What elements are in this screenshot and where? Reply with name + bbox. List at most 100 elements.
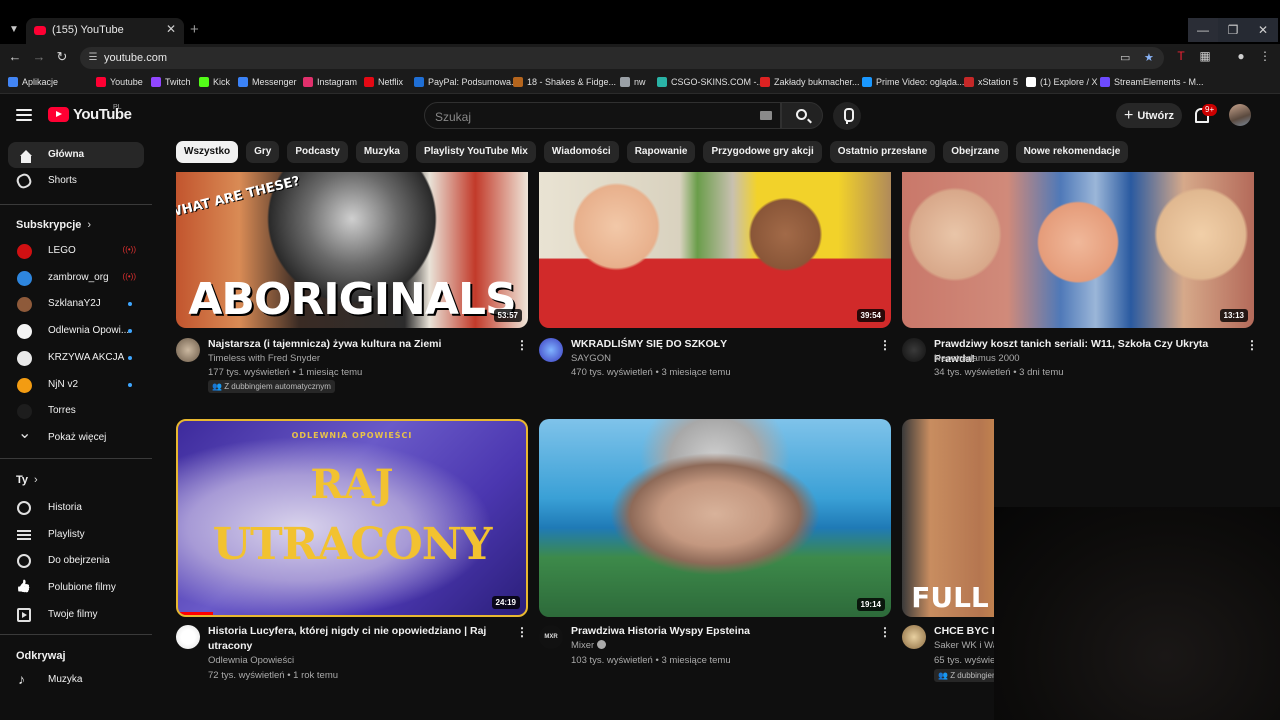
menu-hamburger-icon[interactable] [16, 109, 32, 121]
video-thumbnail[interactable]: FULL [902, 419, 994, 617]
you-header[interactable]: Ty › [16, 474, 38, 486]
channel-avatar[interactable] [902, 625, 926, 649]
video-title[interactable]: Prawdziwa Historia Wyspy Epsteina [571, 624, 871, 639]
filter-chip[interactable]: Muzyka [355, 141, 408, 163]
sidebar-item-you[interactable]: Twoje filmy [8, 602, 144, 628]
extension-tp-icon[interactable]: T [1172, 49, 1190, 63]
subscription-item[interactable]: LEGO ((•)) [8, 238, 144, 264]
subscriptions-header[interactable]: Subskrypcje › [16, 219, 91, 231]
channel-name[interactable]: Mixer [571, 640, 607, 651]
site-info-icon[interactable]: ☰ [86, 51, 100, 65]
channel-avatar[interactable] [176, 338, 200, 362]
bookmark-item[interactable]: Twitch [151, 77, 191, 87]
bookmark-item[interactable]: (1) Explore / X [1026, 77, 1098, 87]
sidebar-item-you[interactable]: Playlisty [8, 522, 144, 548]
video-thumbnail[interactable]: WHAT ARE THESE? ABORIGINALS 53:57 [176, 172, 528, 328]
sidebar-show-more[interactable]: Pokaż więcej [8, 423, 144, 451]
video-title[interactable]: Historia Lucyfera, której nigdy ci nie o… [208, 624, 508, 654]
search-input[interactable]: Szukaj [424, 102, 781, 129]
forward-arrow-icon[interactable]: → [30, 49, 48, 64]
back-arrow-icon[interactable]: ← [6, 49, 24, 64]
sidebar-item-music[interactable]: Muzyka [8, 667, 144, 693]
subscription-item[interactable]: zambrow_org ((•)) [8, 265, 144, 291]
reload-icon[interactable]: ↻ [53, 49, 71, 65]
bookmark-item[interactable]: nw [620, 77, 646, 87]
sidebar-item-you[interactable]: Do obejrzenia [8, 548, 144, 574]
video-title[interactable]: WKRADLIŚMY SIĘ DO SZKOŁY [571, 337, 871, 352]
window-maximize-button[interactable]: ❐ [1218, 18, 1248, 42]
filter-chip[interactable]: Gry [246, 141, 280, 163]
bookmark-item[interactable]: 18 - Shakes & Fidge... [513, 77, 616, 87]
filter-chip[interactable]: Playlisty YouTube Mix [415, 141, 536, 163]
video-thumbnail[interactable]: 13:13 [902, 172, 1254, 328]
search-button[interactable] [781, 102, 823, 129]
bookmark-item[interactable]: Instagram [303, 77, 357, 87]
video-title[interactable]: CHCE BYC PR [934, 624, 994, 639]
new-tab-icon[interactable]: + [190, 21, 199, 38]
channel-name[interactable]: Saker WK i War [934, 640, 994, 651]
channel-avatar[interactable] [539, 338, 563, 362]
browser-menu-icon[interactable]: ⋮ [1256, 49, 1274, 63]
bookmark-item[interactable]: Prime Video: ogląda... [862, 77, 964, 87]
keyboard-icon[interactable] [760, 111, 772, 120]
window-minimize-button[interactable]: — [1188, 18, 1218, 42]
video-thumbnail[interactable]: 39:54 [539, 172, 891, 328]
video-thumbnail[interactable]: ODLEWNIA OPOWIEŚCI RAJ UTRACONY 24:19 [176, 419, 528, 617]
sidebar-item-you[interactable]: Historia [8, 495, 144, 521]
channel-avatar[interactable]: MXR [539, 625, 563, 649]
channel-avatar[interactable] [902, 338, 926, 362]
bookmark-star-icon[interactable]: ★ [1144, 51, 1154, 64]
bookmark-item[interactable]: CSGO-SKINS.COM -... [657, 77, 764, 87]
more-options-icon[interactable]: ⋮ [516, 338, 528, 352]
bookmark-item[interactable]: Zakłady bukmacher... [760, 77, 860, 87]
bookmark-item[interactable]: xStation 5 [964, 77, 1018, 87]
video-card[interactable]: FULL CHCE BYC PR Saker WK i War 65 tys. … [902, 419, 994, 699]
subscription-item[interactable]: Odlewnia Opowi... [8, 318, 144, 344]
sidebar-item-home[interactable]: Główna [8, 142, 144, 168]
subscription-item[interactable]: Torres [8, 398, 144, 424]
bookmark-item[interactable]: Aplikacje [8, 77, 58, 87]
bookmark-item[interactable]: PayPal: Podsumowa... [414, 77, 519, 87]
filter-chip[interactable]: Podcasty [287, 141, 348, 163]
video-title[interactable]: Najstarsza (i tajemnicza) żywa kultura n… [208, 337, 508, 352]
create-button[interactable]: + Utwórz [1116, 103, 1182, 128]
bookmark-item[interactable]: Youtube [96, 77, 143, 87]
extensions-puzzle-icon[interactable]: ▦ [1196, 49, 1214, 63]
sidebar-item-shorts[interactable]: Shorts [8, 168, 144, 194]
filter-chip[interactable]: Wszystko [176, 141, 239, 163]
window-close-button[interactable]: ✕ [1248, 18, 1278, 42]
voice-search-mic-icon[interactable] [833, 102, 861, 130]
channel-name[interactable]: Odlewnia Opowieści [208, 655, 294, 666]
bookmark-item[interactable]: Netflix [364, 77, 403, 87]
bookmark-item[interactable]: Messenger [238, 77, 297, 87]
subscription-item[interactable]: NjN v2 [8, 372, 144, 398]
channel-name[interactable]: Timeless with Fred Snyder [208, 353, 320, 364]
bookmark-item[interactable]: StreamElements - M... [1100, 77, 1204, 87]
more-options-icon[interactable]: ⋮ [879, 338, 891, 352]
browser-tab-youtube[interactable]: (155) YouTube ✕ [26, 18, 184, 44]
filter-chip[interactable]: Wiadomości [543, 141, 619, 163]
address-bar[interactable]: ☰ youtube.com ▭ ★ [80, 47, 1164, 69]
filter-chip[interactable]: Przygodowe gry akcji [703, 141, 822, 163]
install-app-icon[interactable]: ▭ [1120, 51, 1130, 64]
sidebar-item-you[interactable]: Polubione filmy [8, 575, 144, 601]
subscription-item[interactable]: SzklanaY2J [8, 291, 144, 317]
filter-chip[interactable]: Rapowanie [626, 141, 696, 163]
tab-close-icon[interactable]: ✕ [166, 22, 176, 36]
video-duration: 19:14 [856, 598, 885, 611]
video-thumbnail[interactable]: 19:14 [539, 419, 891, 617]
subscription-item[interactable]: KRZYWA AKCJA [8, 345, 144, 371]
tab-search-chevron-icon[interactable]: ▼ [6, 22, 22, 38]
filter-chip[interactable]: Ostatnio przesłane [829, 141, 936, 163]
channel-name[interactable]: SAYGON [571, 353, 611, 364]
channel-name[interactable]: Neostradamus 2000 [934, 353, 1020, 364]
more-options-icon[interactable]: ⋮ [879, 625, 891, 639]
more-options-icon[interactable]: ⋮ [1246, 338, 1258, 352]
account-avatar[interactable] [1229, 104, 1251, 126]
more-options-icon[interactable]: ⋮ [516, 625, 528, 639]
channel-avatar[interactable] [176, 625, 200, 649]
filter-chip[interactable]: Obejrzane [943, 141, 1008, 163]
filter-chip[interactable]: Nowe rekomendacje [1015, 141, 1129, 163]
profile-icon[interactable]: ● [1232, 49, 1250, 63]
bookmark-item[interactable]: Kick [199, 77, 230, 87]
